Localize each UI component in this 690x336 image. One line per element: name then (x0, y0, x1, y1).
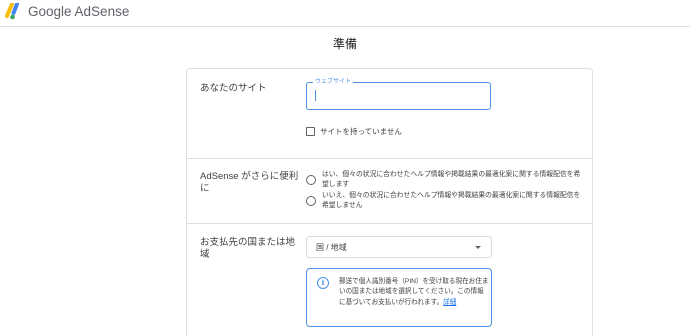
pin-info-text: 郵送で個人識別番号（PIN）を受け取る現在お住まいの国または地域を選択してくださ… (339, 277, 489, 308)
website-field-label: ウェブサイト (313, 78, 354, 86)
setup-form-card: あなたのサイト ウェブサイト サイトを持っていません AdSense がさらに便… (186, 68, 593, 336)
tips-section-label-line2: に (200, 183, 210, 194)
site-section-label: あなたのサイト (200, 83, 267, 94)
page-title: 準備 (332, 37, 357, 51)
country-section-label: お支払先の国または地 域 (200, 237, 295, 261)
text-cursor (315, 90, 316, 101)
tips-yes-radio[interactable] (306, 175, 316, 185)
website-field[interactable]: ウェブサイト (306, 78, 491, 110)
tips-no-label[interactable]: いいえ、個々の状況に合わせたヘルプ情報や掲載結果の最適化案に関する情報配信を希望… (322, 191, 584, 211)
country-select[interactable]: 国 / 地域 (306, 236, 492, 258)
details-link[interactable]: 詳細 (443, 299, 456, 306)
section-divider (187, 158, 592, 159)
section-divider (187, 223, 592, 224)
no-site-checkbox[interactable] (306, 127, 315, 136)
tips-section-label-line1: AdSense がさらに便利 (200, 171, 299, 182)
brand-name[interactable]: Google AdSense (28, 4, 129, 19)
country-section-label-line2: 域 (200, 249, 210, 260)
country-section-label-line1: お支払先の国または地 (200, 237, 296, 248)
pin-info-message: 郵送で個人識別番号（PIN）を受け取る現在お住まいの国または地域を選択してくださ… (339, 278, 489, 306)
no-site-checkbox-label[interactable]: サイトを持っていません (320, 126, 402, 137)
tips-section-label: AdSense がさらに便利 に (200, 171, 298, 195)
adsense-logo-icon[interactable] (5, 3, 23, 20)
top-app-bar: Google AdSense (0, 0, 690, 27)
pin-info-box: i 郵送で個人識別番号（PIN）を受け取る現在お住まいの国または地域を選択してく… (306, 268, 492, 327)
dropdown-arrow-icon (475, 246, 481, 249)
info-icon: i (317, 277, 329, 289)
tips-no-radio[interactable] (306, 196, 316, 206)
country-select-value: 国 / 地域 (316, 243, 347, 252)
website-input[interactable] (317, 87, 477, 105)
tips-yes-label[interactable]: はい、個々の状況に合わせたヘルプ情報や掲載結果の最適化案に関する情報配信を希望し… (322, 170, 584, 190)
